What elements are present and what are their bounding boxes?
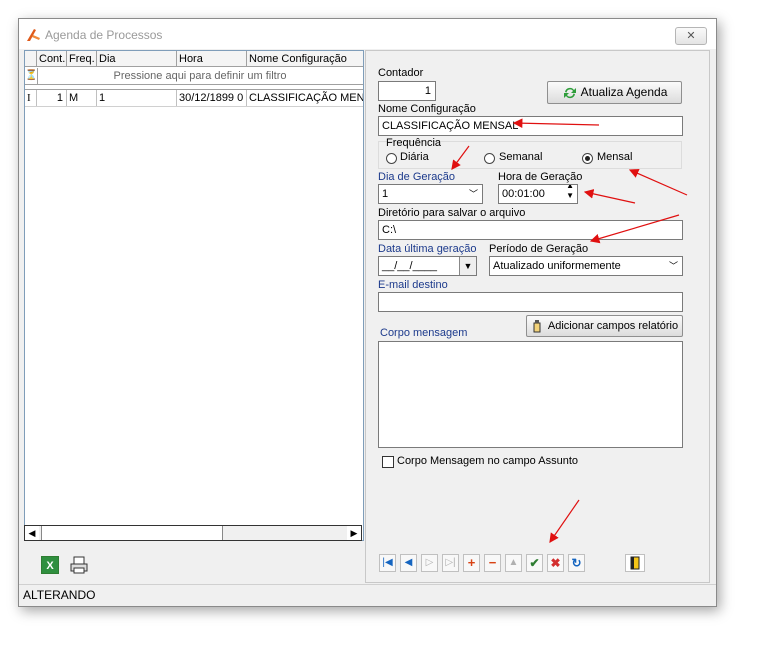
cancel-record-button[interactable]: ✖ bbox=[547, 554, 564, 572]
frequencia-label: Frequência bbox=[386, 137, 442, 149]
spin-buttons[interactable]: ▲ ▼ bbox=[566, 185, 574, 201]
wizard-icon bbox=[531, 319, 545, 333]
adicionar-campos-button[interactable]: Adicionar campos relatório bbox=[526, 315, 683, 337]
adicionar-campos-label: Adicionar campos relatório bbox=[547, 320, 679, 332]
corpo-mensagem-label: Corpo mensagem bbox=[380, 327, 468, 339]
periodo-geracao-select[interactable]: Atualizado uniformemente ﹀ bbox=[489, 256, 683, 276]
table-row[interactable]: I 1 M 1 30/12/1899 0 CLASSIFICAÇÃO MENSA… bbox=[25, 89, 363, 107]
diretorio-field[interactable]: C:\ bbox=[378, 220, 683, 240]
horizontal-scrollbar[interactable]: ◀ ▶ bbox=[24, 525, 362, 541]
chevron-down-icon: ﹀ bbox=[668, 261, 678, 271]
dia-geracao-select[interactable]: 1 ﹀ bbox=[378, 184, 483, 204]
corpo-assunto-checkbox[interactable] bbox=[382, 456, 394, 468]
column-header-nome[interactable]: Nome Configuração bbox=[247, 51, 363, 67]
close-button[interactable]: ✕ bbox=[675, 27, 707, 45]
excel-icon[interactable]: X bbox=[41, 556, 59, 574]
column-header-freq[interactable]: Freq. bbox=[67, 51, 97, 67]
radio-semanal-label[interactable]: Semanal bbox=[499, 151, 542, 163]
email-destino-label: E-mail destino bbox=[378, 279, 448, 291]
radio-diaria[interactable] bbox=[386, 153, 397, 164]
corpo-mensagem-textarea[interactable] bbox=[378, 341, 683, 448]
window-title: Agenda de Processos bbox=[45, 28, 163, 42]
periodo-geracao-value: Atualizado uniformemente bbox=[493, 260, 621, 272]
first-record-button[interactable]: |◀ bbox=[379, 554, 396, 572]
radio-selected-dot bbox=[585, 156, 590, 161]
app-icon bbox=[27, 29, 40, 41]
insert-record-button[interactable]: + bbox=[463, 554, 480, 572]
nome-configuracao-label: Nome Configuração bbox=[378, 103, 476, 115]
hora-geracao-field[interactable]: 00:01:00 ▲ ▼ bbox=[498, 184, 578, 204]
diretorio-label: Diretório para salvar o arquivo bbox=[378, 207, 526, 219]
status-bar: ALTERANDO bbox=[19, 584, 716, 606]
title-bar: Agenda de Processos ✕ bbox=[19, 19, 716, 49]
last-record-button[interactable]: ▷| bbox=[442, 554, 459, 572]
refresh-records-button[interactable]: ↻ bbox=[568, 554, 585, 572]
edit-record-button[interactable]: ▲ bbox=[505, 554, 522, 572]
print-icon[interactable] bbox=[70, 556, 88, 574]
nome-configuracao-field[interactable]: CLASSIFICAÇÃO MENSAL bbox=[378, 116, 683, 136]
status-text: ALTERANDO bbox=[23, 588, 96, 602]
records-grid[interactable]: Cont. Freq. Dia Hora Nome Configuração ⏳… bbox=[24, 50, 364, 541]
hora-geracao-value: 00:01:00 bbox=[502, 188, 545, 200]
contador-field[interactable]: 1 bbox=[378, 81, 436, 101]
email-destino-field[interactable] bbox=[378, 292, 683, 312]
atualiza-agenda-button[interactable]: Atualiza Agenda bbox=[547, 81, 682, 104]
cell-hora: 30/12/1899 0 bbox=[177, 90, 247, 106]
delete-record-button[interactable]: − bbox=[484, 554, 501, 572]
dia-geracao-label: Dia de Geração bbox=[378, 171, 456, 183]
hora-geracao-label: Hora de Geração bbox=[498, 171, 583, 183]
column-header-hora[interactable]: Hora bbox=[177, 51, 247, 67]
corpo-assunto-checkbox-label[interactable]: Corpo Mensagem no campo Assunto bbox=[397, 455, 578, 467]
contador-label: Contador bbox=[378, 67, 424, 79]
column-header-cont[interactable]: Cont. bbox=[37, 51, 67, 67]
refresh-icon bbox=[562, 85, 578, 101]
radio-diaria-label[interactable]: Diária bbox=[400, 151, 429, 163]
grid-corner bbox=[25, 51, 37, 67]
next-record-button[interactable]: ▷ bbox=[421, 554, 438, 572]
chevron-down-icon: ﹀ bbox=[468, 189, 478, 199]
cell-freq: M bbox=[67, 90, 97, 106]
periodo-geracao-label: Período de Geração bbox=[489, 243, 589, 255]
cell-cont: 1 bbox=[37, 90, 67, 106]
prior-record-button[interactable]: ◀ bbox=[400, 554, 417, 572]
main-window: Agenda de Processos ✕ Cont. Freq. Dia Ho… bbox=[18, 18, 717, 607]
data-ultima-geracao-value: __/__/____ bbox=[382, 260, 438, 272]
filter-row[interactable]: Pressione aqui para definir um filtro bbox=[37, 68, 363, 85]
radio-semanal[interactable] bbox=[484, 153, 495, 164]
data-ultima-geracao-label: Data última geração bbox=[378, 243, 477, 255]
cell-dia: 1 bbox=[97, 90, 177, 106]
radio-mensal-label[interactable]: Mensal bbox=[597, 151, 632, 163]
exit-door-icon[interactable] bbox=[625, 554, 645, 572]
post-record-button[interactable]: ✔ bbox=[526, 554, 543, 572]
scroll-thumb[interactable] bbox=[41, 526, 223, 540]
calendar-dropdown-icon[interactable]: ▼ bbox=[459, 257, 476, 275]
dia-geracao-value: 1 bbox=[382, 188, 389, 200]
row-indicator: I bbox=[25, 90, 37, 106]
cell-nome: CLASSIFICAÇÃO MENSAL bbox=[249, 92, 363, 104]
scroll-left-button[interactable]: ◀ bbox=[25, 526, 39, 540]
atualiza-agenda-label: Atualiza Agenda bbox=[580, 85, 668, 99]
column-header-dia[interactable]: Dia bbox=[97, 51, 177, 67]
data-ultima-geracao-field[interactable]: __/__/____ ▼ bbox=[378, 256, 477, 276]
scroll-right-button[interactable]: ▶ bbox=[347, 526, 361, 540]
radio-mensal[interactable] bbox=[582, 153, 593, 164]
edit-form: Contador 1 Atualiza Agenda Nome Configur… bbox=[365, 50, 710, 583]
